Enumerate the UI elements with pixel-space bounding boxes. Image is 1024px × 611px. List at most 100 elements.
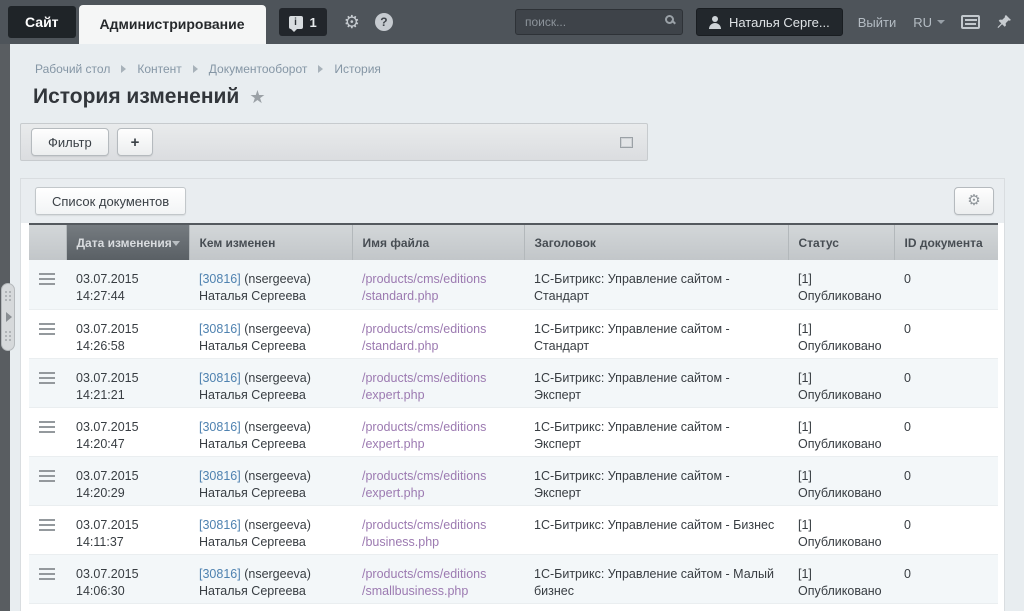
table-row[interactable]: 03.07.201514:26:58 [30816] (nsergeeva) Н…	[29, 309, 998, 358]
column-status[interactable]: Статус	[788, 224, 894, 260]
cell-row-menu	[29, 260, 66, 309]
file-name-link[interactable]: /smallbusiness.php	[362, 583, 514, 600]
user-menu-button[interactable]: Наталья Серге...	[696, 8, 843, 36]
row-menu-icon[interactable]	[39, 372, 55, 387]
grid-panel: Список документов ⚙ Дата изменения Кем и…	[20, 178, 1005, 611]
cell-date: 03.07.201514:26:58	[66, 309, 189, 358]
cell-editor: [30816] (nsergeeva) Наталья Сергеева	[189, 456, 352, 505]
cell-date: 03.07.201514:06:30	[66, 554, 189, 603]
favorite-star-icon[interactable]: ★	[249, 87, 265, 108]
table-row[interactable]: 03.07.201514:27:44 [30816] (nsergeeva) Н…	[29, 260, 998, 309]
cell-editor: [30816] (nsergeeva) Наталья Сергеева	[189, 554, 352, 603]
user-id-link[interactable]: [30816]	[199, 567, 241, 581]
main-content: Рабочий стол Контент Документооборот Ист…	[10, 44, 1024, 611]
search-input[interactable]	[515, 9, 683, 35]
row-menu-icon[interactable]	[39, 323, 55, 338]
row-menu-icon[interactable]	[39, 273, 55, 288]
hotkeys-icon[interactable]	[961, 15, 980, 29]
table-header-row: Дата изменения Кем изменен Имя файла Заг…	[29, 224, 998, 260]
document-list-tab[interactable]: Список документов	[35, 187, 186, 215]
sort-desc-icon	[172, 241, 180, 246]
breadcrumb-arrow-icon	[193, 65, 198, 73]
breadcrumb-history[interactable]: История	[334, 62, 381, 76]
file-name-link[interactable]: /business.php	[362, 534, 514, 551]
user-id-link[interactable]: [30816]	[199, 518, 241, 532]
cell-doc-id: 0	[894, 358, 998, 407]
row-menu-icon[interactable]	[39, 421, 55, 436]
file-name-link[interactable]: /standard.php	[362, 338, 514, 355]
file-name-link[interactable]: /standard.php	[362, 288, 514, 305]
search-icon[interactable]	[665, 15, 674, 24]
cell-date: 03.07.201514:20:29	[66, 456, 189, 505]
breadcrumb-desktop[interactable]: Рабочий стол	[35, 62, 110, 76]
cell-filename: /products/cms/editions /expert.php	[352, 407, 524, 456]
breadcrumb-arrow-icon	[318, 65, 323, 73]
cell-editor: [30816] (nsergeeva) Наталья Сергеева	[189, 358, 352, 407]
notifications-button[interactable]: i 1	[279, 8, 327, 36]
grid-settings-button[interactable]: ⚙	[954, 187, 994, 215]
user-id-link[interactable]: [30816]	[199, 420, 241, 434]
notifications-icon: i	[289, 16, 303, 29]
cell-row-menu	[29, 358, 66, 407]
user-name: Наталья Серге...	[729, 15, 830, 30]
file-dir-link[interactable]: /products/cms/editions	[362, 517, 514, 534]
gear-icon[interactable]: ⚙	[344, 13, 360, 31]
cell-doc-id: 0	[894, 456, 998, 505]
cell-row-menu	[29, 554, 66, 603]
file-dir-link[interactable]: /products/cms/editions	[362, 321, 514, 338]
cell-filename: /products/cms/editions /business.php	[352, 505, 524, 554]
user-id-link[interactable]: [30816]	[199, 469, 241, 483]
file-dir-link[interactable]: /products/cms/editions	[362, 566, 514, 583]
table-row[interactable]: 03.07.201514:21:21 [30816] (nsergeeva) Н…	[29, 358, 998, 407]
file-dir-link[interactable]: /products/cms/editions	[362, 419, 514, 436]
pin-icon[interactable]	[996, 14, 1012, 30]
table-row[interactable]: 03.07.201514:20:47 [30816] (nsergeeva) Н…	[29, 407, 998, 456]
cell-row-menu	[29, 309, 66, 358]
user-id-link[interactable]: [30816]	[199, 322, 241, 336]
breadcrumb-arrow-icon	[121, 65, 126, 73]
cell-doc-id: 0	[894, 407, 998, 456]
column-filename[interactable]: Имя файла	[352, 224, 524, 260]
left-rail	[0, 44, 10, 611]
file-dir-link[interactable]: /products/cms/editions	[362, 370, 514, 387]
cell-date: 03.07.201514:11:37	[66, 505, 189, 554]
logout-link[interactable]: Выйти	[858, 15, 897, 30]
filter-bar: Фильтр +	[20, 123, 648, 161]
user-icon	[709, 16, 721, 28]
cell-doc-id: 0	[894, 260, 998, 309]
user-id-link[interactable]: [30816]	[199, 371, 241, 385]
row-menu-icon[interactable]	[39, 519, 55, 534]
user-id-link[interactable]: [30816]	[199, 272, 241, 286]
cell-editor: [30816] (nsergeeva) Наталья Сергеева	[189, 407, 352, 456]
cell-filename: /products/cms/editions /standard.php	[352, 309, 524, 358]
file-dir-link[interactable]: /products/cms/editions	[362, 468, 514, 485]
file-name-link[interactable]: /expert.php	[362, 387, 514, 404]
row-menu-icon[interactable]	[39, 470, 55, 485]
column-doc-id[interactable]: ID документа	[894, 224, 998, 260]
tab-site[interactable]: Сайт	[8, 6, 76, 38]
language-selector[interactable]: RU	[913, 15, 945, 30]
table-row[interactable]: 03.07.201514:11:37 [30816] (nsergeeva) Н…	[29, 505, 998, 554]
column-editor[interactable]: Кем изменен	[189, 224, 352, 260]
cell-status: [1] Опубликовано	[788, 358, 894, 407]
help-icon[interactable]: ?	[375, 13, 393, 31]
cell-title: 1С-Битрикс: Управление сайтом - Малый би…	[524, 554, 788, 603]
filter-button[interactable]: Фильтр	[31, 128, 109, 156]
file-name-link[interactable]: /expert.php	[362, 436, 514, 453]
filter-settings-icon[interactable]	[620, 137, 633, 148]
file-dir-link[interactable]: /products/cms/editions	[362, 271, 514, 288]
row-menu-icon[interactable]	[39, 568, 55, 583]
file-name-link[interactable]: /expert.php	[362, 485, 514, 502]
cell-row-menu	[29, 407, 66, 456]
table-row[interactable]: 03.07.201514:06:30 [30816] (nsergeeva) Н…	[29, 554, 998, 603]
cell-title: 1С-Битрикс: Управление сайтом - Эксперт	[524, 456, 788, 505]
breadcrumb-workflow[interactable]: Документооборот	[209, 62, 308, 76]
column-date-sorted[interactable]: Дата изменения	[66, 224, 189, 260]
column-title[interactable]: Заголовок	[524, 224, 788, 260]
breadcrumb-content[interactable]: Контент	[137, 62, 181, 76]
table-row[interactable]: 03.07.201514:20:29 [30816] (nsergeeva) Н…	[29, 456, 998, 505]
cell-title: 1С-Битрикс: Управление сайтом - Стандарт	[524, 309, 788, 358]
tab-administration[interactable]: Администрирование	[79, 5, 266, 44]
add-filter-button[interactable]: +	[117, 128, 154, 156]
cell-row-menu	[29, 456, 66, 505]
